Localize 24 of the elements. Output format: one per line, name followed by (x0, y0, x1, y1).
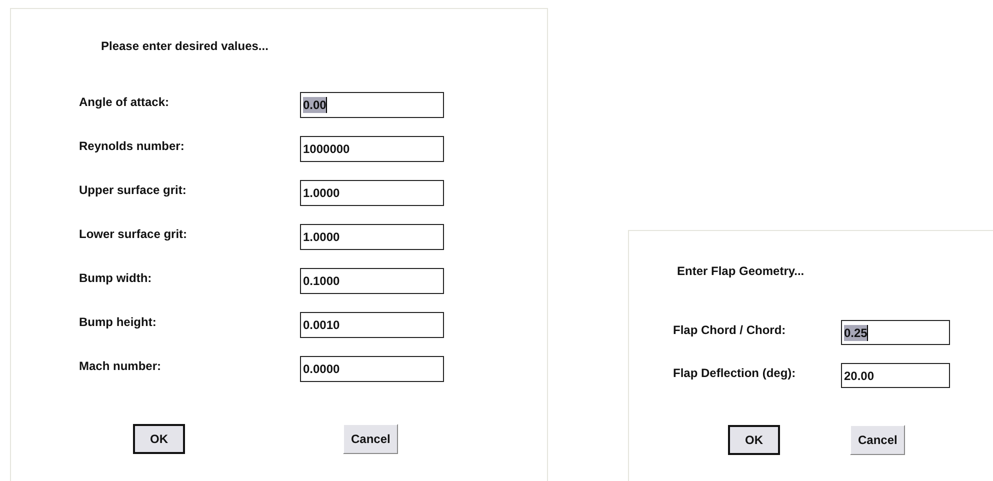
dialog-prompt: Please enter desired values... (101, 39, 270, 53)
field-label: Reynolds number: (79, 139, 186, 153)
input-field[interactable]: 1000000 (300, 136, 444, 162)
field-label: Bump width: (79, 271, 153, 285)
input-field[interactable]: 0.25 (841, 320, 950, 345)
ok-button[interactable]: OK (728, 425, 780, 455)
field-label: Lower surface grit: (79, 227, 188, 241)
field-label: Mach number: (79, 359, 162, 373)
dialog-prompt: Enter Flap Geometry... (677, 264, 806, 278)
field-label: Bump height: (79, 315, 158, 329)
input-field[interactable]: 0.0010 (300, 312, 444, 338)
input-field[interactable]: 1.0000 (300, 180, 444, 206)
field-label: Flap Chord / Chord: (673, 322, 787, 336)
cancel-button[interactable]: Cancel (343, 424, 398, 454)
field-label: Angle of attack: (79, 95, 170, 109)
field-label: Flap Deflection (deg): (673, 366, 797, 380)
input-field[interactable]: 0.0000 (300, 356, 444, 382)
ok-button[interactable]: OK (133, 424, 185, 454)
cancel-button[interactable]: Cancel (850, 425, 906, 455)
input-field[interactable]: 0.00 (300, 92, 444, 118)
input-field[interactable]: 0.1000 (300, 268, 444, 294)
input-field[interactable]: 1.0000 (300, 224, 444, 250)
input-field[interactable]: 20.00 (841, 363, 950, 388)
field-label: Upper surface grit: (79, 183, 188, 197)
